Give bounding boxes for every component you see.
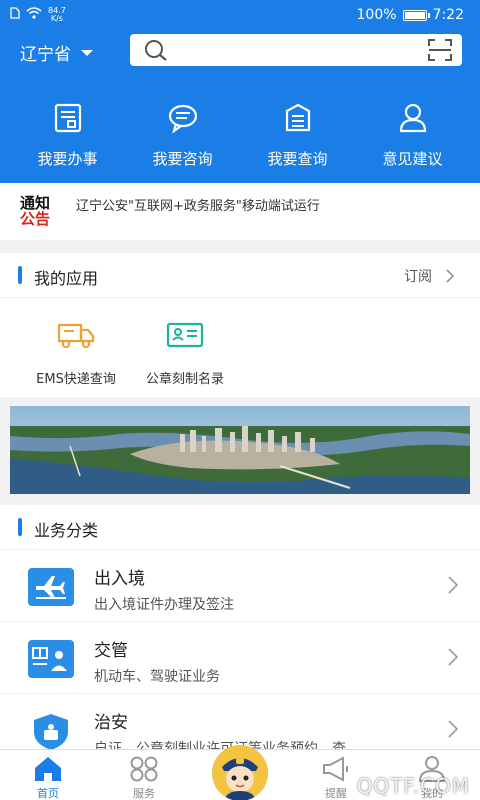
tab-label: 首页 [37, 787, 59, 800]
my-apps-header: 我的应用 订阅 [0, 253, 480, 297]
user-icon [355, 100, 470, 136]
quick-action-feedback[interactable]: 意见建议 [355, 100, 470, 169]
battery-icon [402, 9, 430, 21]
business-header: 业务分类 [0, 505, 480, 549]
subscribe-link[interactable]: 订阅 [404, 266, 454, 286]
police-mascot-icon [212, 745, 268, 800]
business-item-subtitle: 出入境证件办理及签注 [94, 597, 234, 613]
network-speed-unit: K/s [50, 14, 63, 23]
scan-icon[interactable] [428, 39, 452, 61]
subscribe-label: 订阅 [404, 269, 432, 285]
status-bar: 84.7 K/s 100% 7:22 [0, 0, 480, 30]
section-accent-bar [18, 266, 22, 284]
notice-badge: 通知 公告 [20, 195, 66, 227]
delivery-truck-icon [26, 320, 126, 356]
tab-label: 服务 [133, 787, 155, 800]
home-icon [18, 754, 78, 782]
business-title: 业务分类 [34, 521, 99, 540]
chevron-right-icon [448, 648, 458, 666]
app-seal-directory[interactable]: 公章刻制名录 [134, 320, 236, 387]
chevron-right-icon [448, 576, 458, 594]
police-mascot-button[interactable] [212, 745, 268, 800]
battery-fill [404, 11, 425, 19]
chevron-right-icon [446, 269, 454, 283]
quick-action-label: 意见建议 [382, 150, 443, 168]
province-label: 辽宁省 [20, 45, 71, 65]
business-item-traffic[interactable]: 交管 机动车、驾驶证业务 [0, 621, 480, 693]
tab-services[interactable]: 服务 [114, 754, 174, 800]
my-apps-title: 我的应用 [34, 269, 99, 288]
driver-license-icon [28, 640, 74, 678]
wifi-icon [26, 7, 42, 23]
quick-action-consult[interactable]: 我要咨询 [125, 100, 240, 169]
business-item-title: 出入境 [94, 569, 145, 589]
business-item-title: 治安 [94, 713, 128, 733]
business-item-public-security[interactable]: 治安 户证、公章刻制业许可证等业务预约、查 [0, 693, 480, 749]
business-item-subtitle: 机动车、驾驶证业务 [94, 669, 220, 685]
quick-action-label: 我要查询 [267, 150, 328, 168]
quick-actions: 我要办事 我要咨询 我要查询 意见建议 [0, 100, 480, 169]
notice-text: 辽宁公安"互联网+政务服务"移动端试运行 [76, 199, 320, 214]
province-selector[interactable]: 辽宁省 [20, 40, 93, 65]
app-label: EMS快递查询 [36, 372, 116, 387]
form-icon [10, 100, 125, 136]
app-ems-tracking[interactable]: EMS快递查询 [26, 320, 126, 387]
sim-icon [10, 7, 20, 23]
battery-percent: 100% [356, 7, 397, 23]
app-label: 公章刻制名录 [145, 372, 224, 387]
my-apps-grid: EMS快递查询 公章刻制名录 [0, 297, 480, 397]
quick-action-query[interactable]: 我要查询 [240, 100, 355, 169]
grid-icon [114, 754, 174, 782]
notice-badge-line1: 通知 [20, 194, 51, 212]
section-accent-bar [18, 518, 22, 536]
network-speed: 84.7 K/s [48, 7, 66, 23]
quick-action-handle-affairs[interactable]: 我要办事 [10, 100, 125, 169]
notice-bar[interactable]: 通知 公告 辽宁公安"互联网+政务服务"移动端试运行 [0, 183, 480, 240]
search-input[interactable] [130, 34, 462, 66]
airplane-icon [28, 568, 74, 606]
quick-action-label: 我要办事 [37, 150, 98, 168]
search-icon [145, 40, 167, 61]
watermark-text: QQTF.COM [356, 774, 470, 798]
document-list-icon [240, 100, 355, 136]
notice-badge-line2: 公告 [20, 210, 51, 228]
business-list: 出入境 出入境证件办理及签注 交管 机动车、驾驶证业务 治安 户证、公章刻制业许… [0, 549, 480, 749]
chevron-down-icon [81, 49, 93, 56]
chevron-right-icon [448, 720, 458, 738]
id-card-icon [134, 320, 236, 356]
city-banner-image[interactable] [10, 406, 470, 494]
police-badge-icon [28, 712, 74, 749]
tab-home[interactable]: 首页 [18, 754, 78, 800]
clock: 7:22 [432, 7, 464, 23]
chat-bubble-icon [125, 100, 240, 136]
business-item-subtitle: 户证、公章刻制业许可证等业务预约、查 [94, 741, 346, 749]
business-item-exit-entry[interactable]: 出入境 出入境证件办理及签注 [0, 549, 480, 621]
business-item-title: 交管 [94, 641, 128, 661]
quick-action-label: 我要咨询 [152, 150, 213, 168]
